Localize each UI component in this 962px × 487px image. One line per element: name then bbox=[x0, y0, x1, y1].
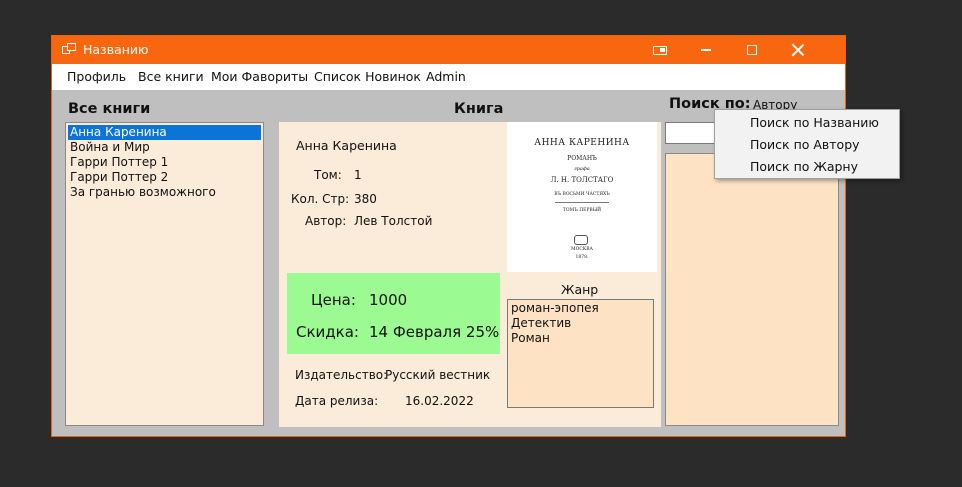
volume-label: Том: bbox=[314, 168, 342, 182]
list-item[interactable]: Война и Мир bbox=[68, 140, 150, 155]
discount-label: Скидка: bbox=[296, 323, 359, 341]
genre-listbox[interactable]: роман-эпопея Детектив Роман bbox=[507, 299, 654, 408]
release-label: Дата релиза: bbox=[295, 394, 379, 408]
search-results-panel[interactable] bbox=[665, 153, 839, 426]
snap-layout-button[interactable] bbox=[637, 36, 683, 64]
list-item[interactable]: Роман bbox=[511, 331, 550, 346]
menu-favorites[interactable]: Мои Фавориты bbox=[211, 69, 308, 84]
cover-divider bbox=[555, 202, 609, 203]
cover-subtitle: РОМАНЪ bbox=[567, 155, 597, 162]
app-window: Названию Профиль Все книги Мои Фавориты … bbox=[51, 35, 846, 437]
menu-profile[interactable]: Профиль bbox=[67, 69, 126, 84]
list-item[interactable]: Детектив bbox=[511, 316, 571, 331]
menu-admin[interactable]: Admin bbox=[426, 69, 466, 84]
search-mode-dropdown: Поиск по Названию Поиск по Автору Поиск … bbox=[714, 109, 900, 179]
list-item[interactable]: Гарри Поттер 2 bbox=[68, 170, 168, 185]
minimize-button[interactable] bbox=[683, 36, 729, 64]
snap-icon bbox=[653, 45, 667, 55]
close-button[interactable] bbox=[775, 36, 821, 64]
volume-value: 1 bbox=[354, 168, 362, 182]
price-label: Цена: bbox=[311, 291, 356, 309]
pages-value: 380 bbox=[354, 192, 377, 206]
list-item[interactable]: Гарри Поттер 1 bbox=[68, 155, 168, 170]
menu-all-books[interactable]: Все книги bbox=[138, 69, 204, 84]
books-listbox[interactable]: Анна Каренина Война и Мир Гарри Поттер 1… bbox=[65, 122, 264, 426]
list-item[interactable]: Анна Каренина bbox=[68, 125, 261, 140]
cover-text: графа bbox=[574, 166, 590, 172]
emblem-icon bbox=[574, 235, 588, 245]
pages-label: Кол. Стр: bbox=[291, 192, 350, 206]
release-value: 16.02.2022 bbox=[405, 394, 474, 408]
maximize-button[interactable] bbox=[729, 36, 775, 64]
book-heading: Книга bbox=[454, 101, 504, 117]
cover-text: ТОМЪ ПЕРВЫЙ bbox=[562, 208, 602, 213]
author-label: Автор: bbox=[305, 214, 347, 228]
publisher-value: Русский вестник bbox=[385, 368, 491, 382]
maximize-icon bbox=[747, 45, 757, 55]
dropdown-option-title[interactable]: Поиск по Названию bbox=[750, 115, 879, 130]
book-details-panel: Анна Каренина Том: 1 Кол. Стр: 380 Автор… bbox=[279, 122, 661, 427]
price-panel: Цена: 1000 Скидка: 14 Февраля 25% bbox=[287, 273, 500, 354]
cover-author: Л. Н. ТОЛСТАГО bbox=[550, 176, 614, 184]
publisher-label: Издательство: bbox=[295, 368, 388, 382]
price-value: 1000 bbox=[369, 291, 408, 309]
dropdown-option-author[interactable]: Поиск по Автору bbox=[750, 137, 860, 152]
discount-value: 14 Февраля 25% bbox=[369, 323, 500, 341]
author-value: Лев Толстой bbox=[354, 214, 433, 228]
book-title: Анна Каренина bbox=[296, 138, 397, 153]
list-item[interactable]: За гранью возможного bbox=[68, 185, 216, 200]
list-item[interactable]: роман-эпопея bbox=[511, 301, 599, 316]
window-title: Названию bbox=[83, 42, 149, 57]
menu-new-books[interactable]: Список Новинок bbox=[314, 69, 421, 84]
minimize-icon bbox=[701, 49, 711, 51]
cover-text: 1878. bbox=[575, 255, 589, 260]
title-bar[interactable]: Названию bbox=[52, 36, 845, 64]
menu-bar: Профиль Все книги Мои Фавориты Список Но… bbox=[52, 64, 845, 90]
dropdown-option-genre[interactable]: Поиск по Жарну bbox=[750, 159, 858, 174]
close-icon bbox=[792, 44, 804, 56]
cover-text: ВЪ ВОСЬМИ ЧАСТЯХЪ bbox=[554, 192, 610, 197]
genre-label: Жанр bbox=[561, 282, 599, 297]
all-books-heading: Все книги bbox=[68, 101, 151, 117]
book-cover-image: АННА КАРЕНИНА РОМАНЪ графа Л. Н. ТОЛСТАГ… bbox=[507, 122, 657, 272]
cover-title: АННА КАРЕНИНА bbox=[534, 138, 630, 148]
app-icon bbox=[62, 43, 76, 55]
cover-text: МОСКВА bbox=[571, 247, 593, 252]
